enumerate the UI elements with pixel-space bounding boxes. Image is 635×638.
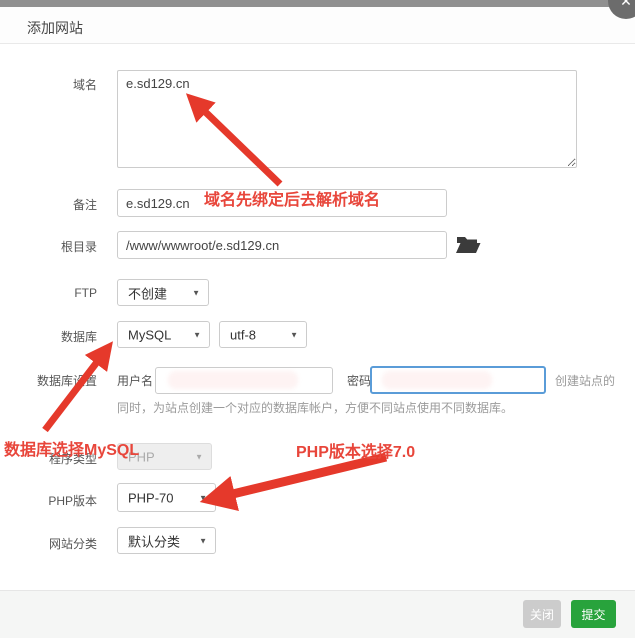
chevron-down-icon: ▼ xyxy=(192,288,200,297)
db-password-input[interactable] xyxy=(370,366,546,394)
database-charset-select[interactable]: utf-8 ▼ xyxy=(219,321,307,348)
php-version-select[interactable]: PHP-70 ▼ xyxy=(117,483,216,512)
close-icon: ✕ xyxy=(620,0,632,10)
root-dir-label: 根目录 xyxy=(0,238,97,255)
db-note-right: 创建站点的 xyxy=(555,372,615,389)
database-type-value: MySQL xyxy=(128,327,171,342)
submit-button[interactable]: 提交 xyxy=(571,600,616,628)
program-type-value: PHP xyxy=(128,449,155,464)
db-password-label: 密码 xyxy=(347,372,371,389)
dialog-header: 添加网站 xyxy=(0,7,635,44)
site-category-value: 默认分类 xyxy=(128,531,180,550)
chevron-down-icon: ▼ xyxy=(199,536,207,545)
chevron-down-icon: ▼ xyxy=(290,330,298,339)
ftp-selected-value: 不创建 xyxy=(128,283,167,302)
chevron-down-icon: ▼ xyxy=(193,330,201,339)
remark-label: 备注 xyxy=(0,196,97,213)
ftp-select[interactable]: 不创建 ▼ xyxy=(117,279,209,306)
annotation-php-tip: PHP版本选择7.0 xyxy=(296,438,415,462)
close-button[interactable]: 关闭 xyxy=(523,600,561,628)
chevron-down-icon: ▼ xyxy=(195,452,203,461)
site-category-select[interactable]: 默认分类 ▼ xyxy=(117,527,216,554)
root-dir-input[interactable] xyxy=(117,231,447,259)
database-label: 数据库 xyxy=(0,328,97,345)
domain-textarea[interactable]: e.sd129.cn xyxy=(117,70,577,168)
php-version-label: PHP版本 xyxy=(0,492,97,509)
db-settings-label: 数据库设置 xyxy=(0,372,97,389)
site-category-label: 网站分类 xyxy=(0,535,97,552)
annotation-arrow-php xyxy=(212,457,386,499)
domain-label: 域名 xyxy=(0,76,97,93)
dialog-title: 添加网站 xyxy=(27,18,83,38)
ftp-label: FTP xyxy=(0,286,97,300)
program-type-label: 程序类型 xyxy=(0,450,97,467)
db-username-label: 用户名 xyxy=(117,372,153,389)
database-charset-value: utf-8 xyxy=(230,327,256,342)
php-version-value: PHP-70 xyxy=(128,490,174,505)
annotation-arrow-database xyxy=(45,349,107,430)
db-username-input[interactable] xyxy=(155,367,333,394)
remark-input[interactable] xyxy=(117,189,447,217)
program-type-select-disabled: PHP ▼ xyxy=(117,443,212,470)
db-note-line2: 同时，为站点创建一个对应的数据库帐户，方便不同站点使用不同数据库。 xyxy=(117,399,513,416)
folder-icon[interactable] xyxy=(456,235,481,255)
database-type-select[interactable]: MySQL ▼ xyxy=(117,321,210,348)
chevron-down-icon: ▼ xyxy=(199,493,207,502)
window-top-bar xyxy=(0,0,635,7)
